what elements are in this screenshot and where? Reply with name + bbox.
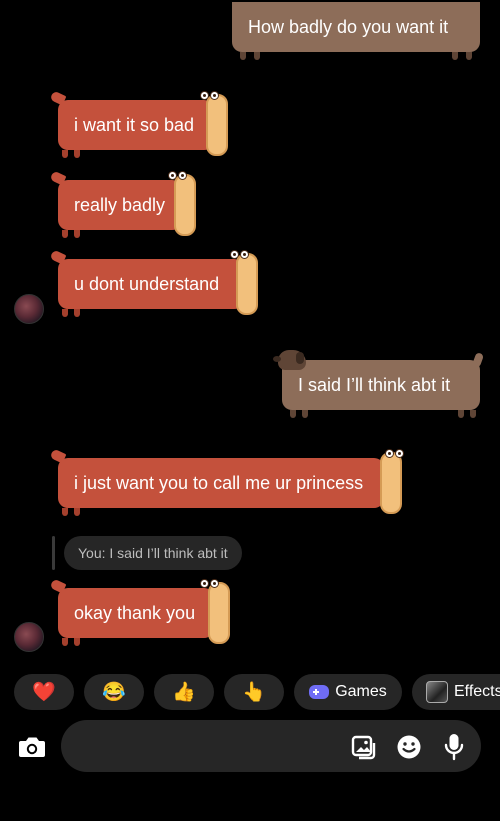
dog-eyes	[168, 171, 190, 181]
dog-head	[236, 253, 258, 315]
message-bubble-incoming[interactable]: i just want you to call me ur princess	[58, 458, 384, 508]
contact-avatar[interactable]	[14, 294, 44, 324]
dog-head	[208, 582, 230, 644]
dog-legs	[62, 230, 182, 238]
microphone-button[interactable]	[440, 733, 468, 761]
microphone-icon	[444, 734, 464, 761]
games-label: Games	[335, 683, 387, 700]
gallery-button[interactable]	[349, 733, 377, 761]
dog-legs	[62, 638, 212, 646]
effects-button[interactable]: Effects	[412, 674, 500, 710]
camera-icon	[19, 737, 45, 757]
message-input[interactable]	[79, 720, 343, 774]
message-text: i want it so bad	[74, 114, 195, 135]
message-bubble-incoming[interactable]: i want it so bad	[58, 100, 214, 150]
message-bubble-incoming[interactable]: okay thank you	[58, 588, 214, 638]
dog-legs	[290, 410, 476, 418]
heart-reaction-button[interactable]: ❤️	[14, 674, 74, 710]
message-thread: How badly do you want it i want it so ba…	[0, 0, 500, 660]
gallery-icon	[351, 735, 376, 760]
gamepad-icon	[309, 685, 330, 699]
message-text: u dont understand	[74, 273, 220, 294]
message-text: okay thank you	[74, 602, 196, 623]
message-bubble-outgoing[interactable]: How badly do you want it	[232, 2, 480, 52]
reply-preview[interactable]: You: I said I’ll think abt it	[52, 536, 242, 570]
dog-legs	[240, 52, 472, 60]
message-bubble-outgoing[interactable]: I said I’ll think abt it	[282, 360, 480, 410]
message-bubble-incoming[interactable]: really badly	[58, 180, 182, 230]
sticker-button[interactable]	[395, 733, 423, 761]
message-composer	[61, 720, 481, 774]
dog-eyes	[200, 579, 222, 589]
effects-label: Effects	[454, 683, 500, 700]
games-button[interactable]: Games	[294, 674, 402, 710]
dog-eyes	[385, 449, 407, 459]
quick-actions-row: ❤️ 😂 👍 👆 Games Effects	[14, 674, 500, 710]
message-text: really badly	[74, 194, 166, 215]
camera-button[interactable]	[16, 731, 48, 763]
reply-bar	[52, 536, 55, 570]
message-text: I said I’ll think abt it	[298, 374, 451, 395]
dog-legs	[62, 150, 212, 158]
dog-legs	[62, 309, 242, 317]
sticker-icon	[397, 735, 421, 759]
effects-icon	[426, 681, 448, 703]
dog-legs	[62, 508, 382, 516]
message-text: i just want you to call me ur princess	[74, 472, 364, 493]
contact-avatar[interactable]	[14, 622, 44, 652]
point-up-reaction-button[interactable]: 👆	[224, 674, 284, 710]
thumbs-up-reaction-button[interactable]: 👍	[154, 674, 214, 710]
message-bubble-incoming[interactable]: u dont understand	[58, 259, 244, 309]
dog-ear	[296, 352, 304, 364]
dog-eyes	[230, 250, 252, 260]
reply-preview-text: You: I said I’ll think abt it	[64, 536, 242, 570]
laughing-reaction-button[interactable]: 😂	[84, 674, 144, 710]
dog-eyes	[200, 91, 222, 101]
message-text: How badly do you want it	[248, 16, 449, 37]
dog-head	[380, 452, 402, 514]
